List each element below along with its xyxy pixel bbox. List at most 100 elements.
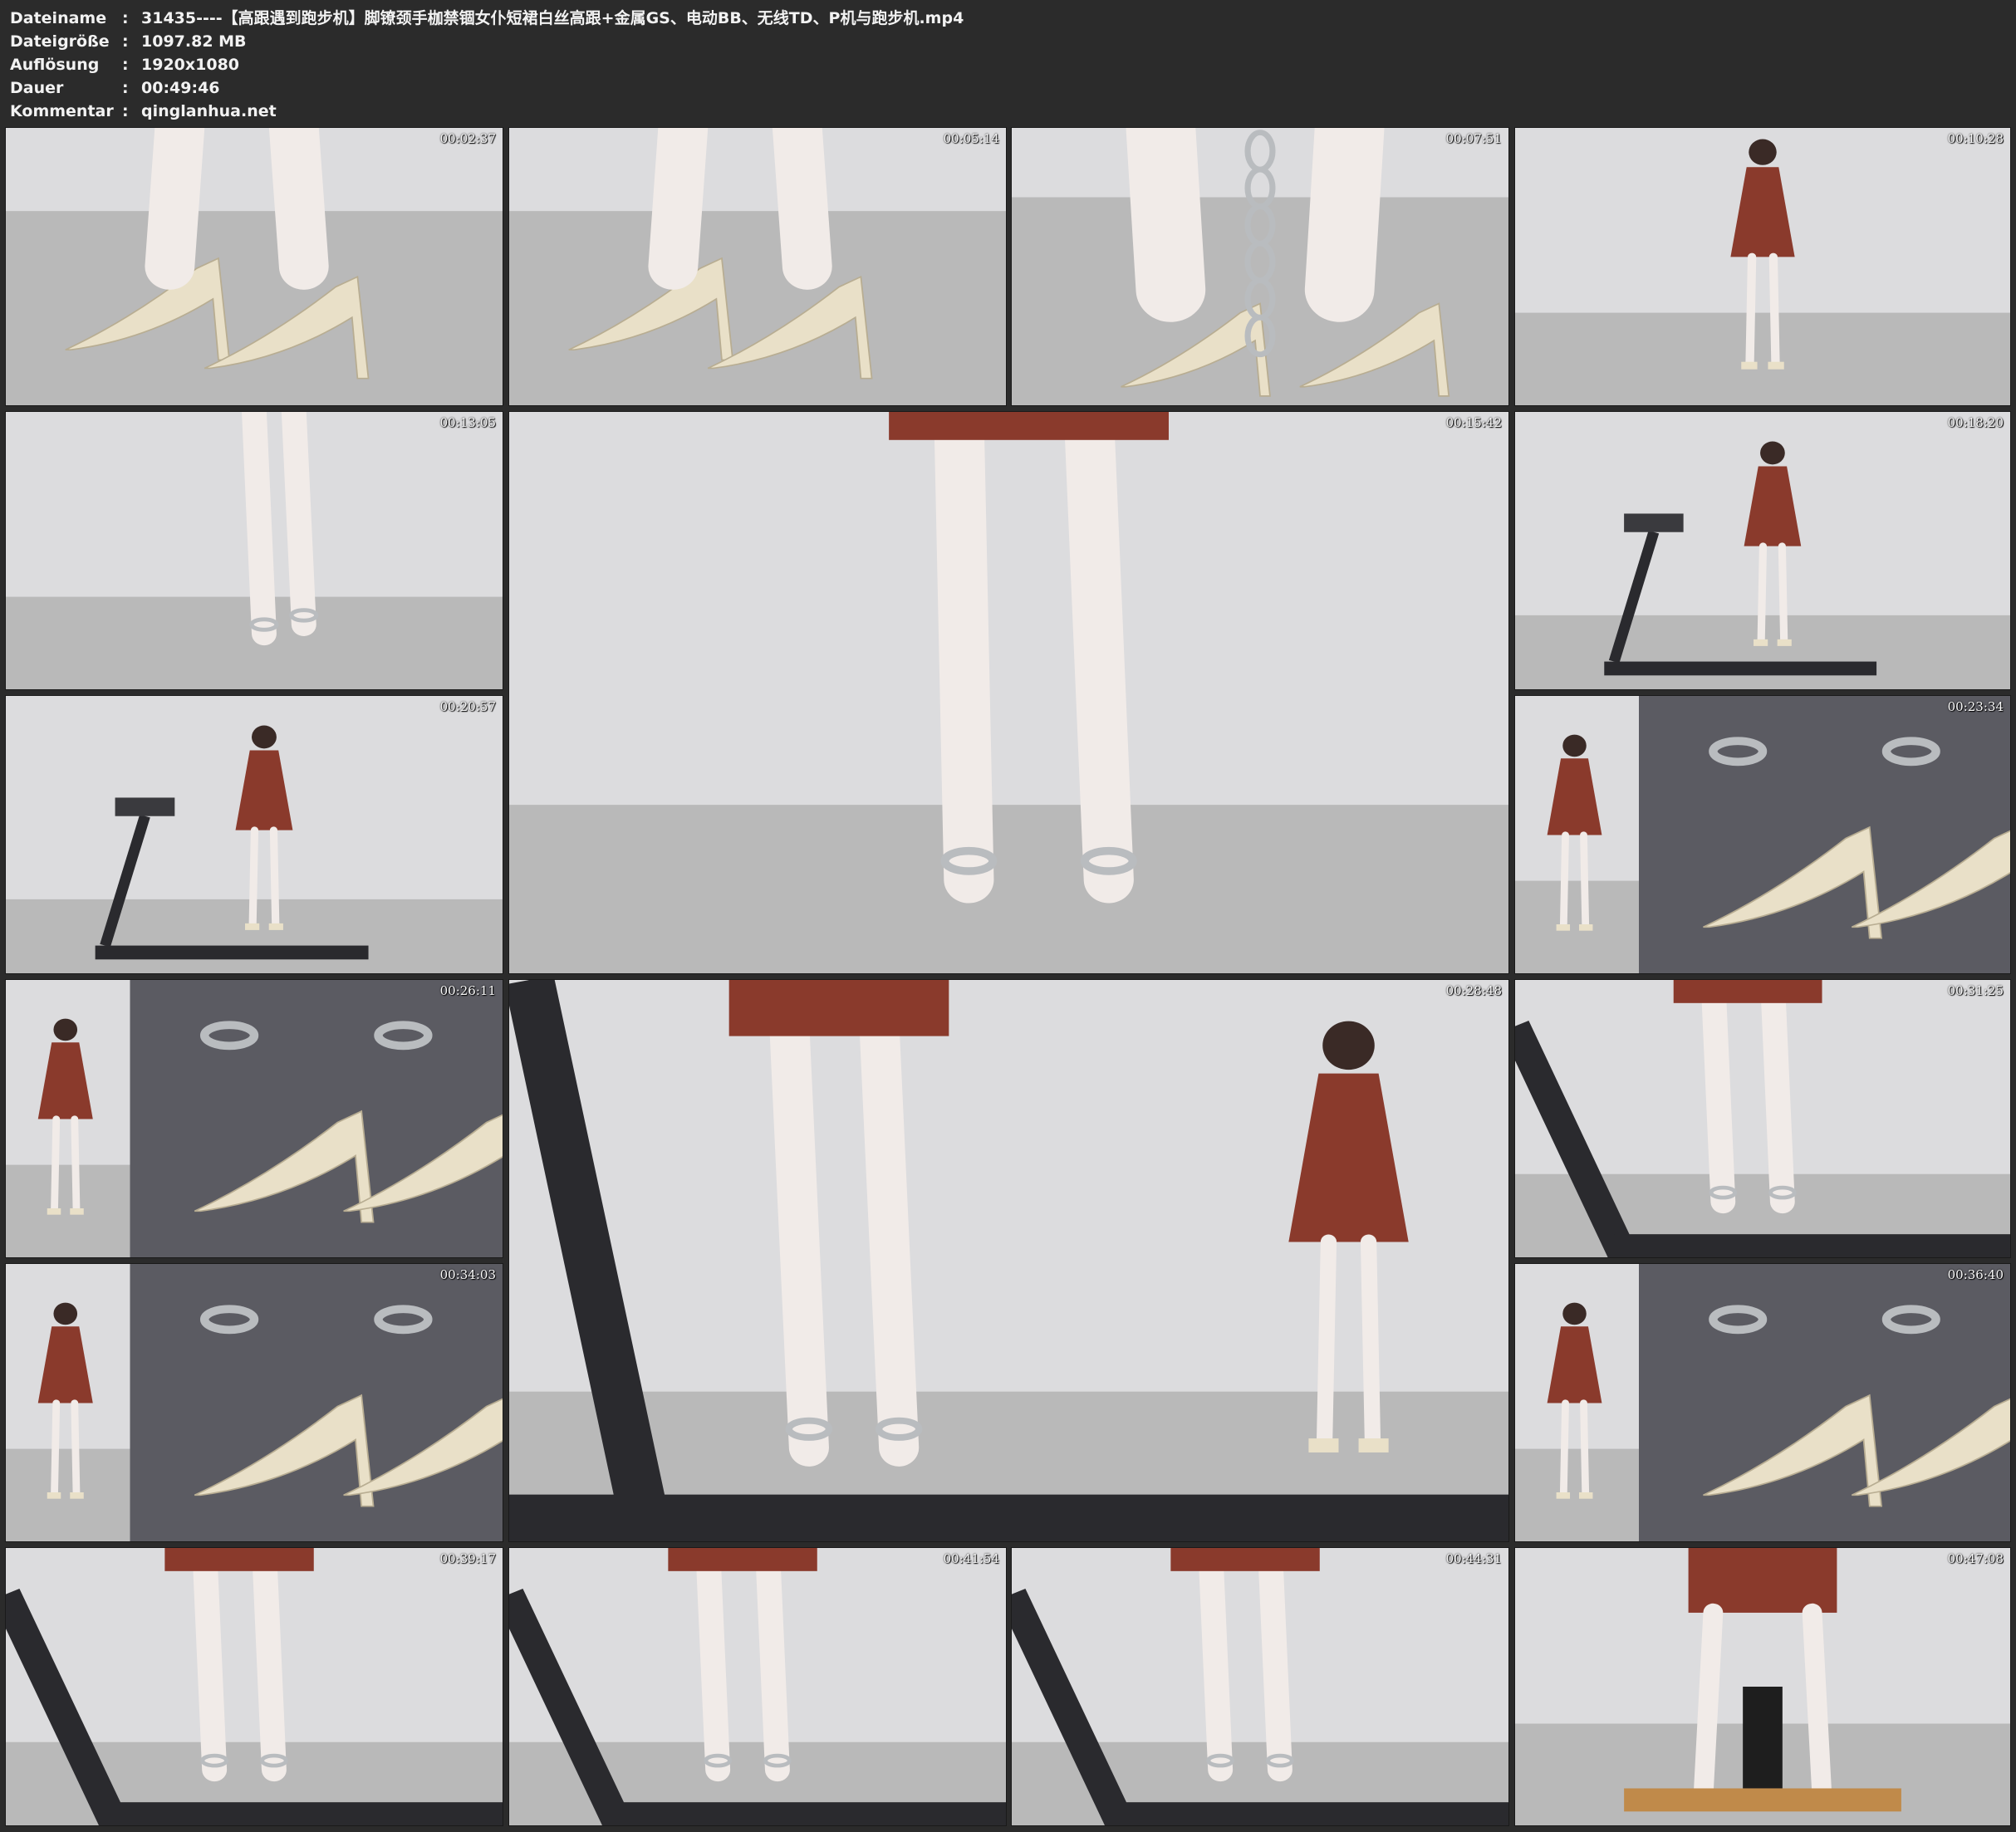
video-thumbnail[interactable]: 00:15:42 bbox=[508, 411, 1509, 974]
leg bbox=[268, 128, 329, 290]
wall bbox=[6, 128, 503, 212]
video-thumbnail[interactable]: 00:02:37 bbox=[5, 127, 503, 406]
video-thumbnail[interactable]: 00:44:31 bbox=[1011, 1547, 1509, 1826]
treadmill-deck bbox=[105, 1802, 503, 1825]
video-thumbnail[interactable]: 00:05:14 bbox=[508, 127, 1007, 406]
thumbnail-timestamp: 00:10:28 bbox=[1947, 131, 2004, 146]
shoe bbox=[244, 923, 260, 930]
thumbnail-scene bbox=[6, 980, 503, 1257]
thumbnail-scene bbox=[1515, 1548, 2010, 1825]
thumbnail-scene bbox=[1515, 1264, 2010, 1541]
treadmill-deck bbox=[509, 1494, 1508, 1541]
video-thumbnail[interactable]: 00:26:11 bbox=[5, 979, 503, 1258]
dress bbox=[1688, 1548, 1837, 1613]
leg bbox=[252, 1548, 287, 1782]
treadmill-console bbox=[115, 797, 175, 816]
treadmill-deck bbox=[1614, 1234, 2010, 1257]
video-thumbnail[interactable]: 00:10:28 bbox=[1514, 127, 2011, 406]
thumbnail-scene bbox=[6, 696, 503, 973]
leg bbox=[1258, 1548, 1292, 1782]
leg bbox=[1778, 542, 1788, 644]
thumbnail-timestamp: 00:44:31 bbox=[1445, 1551, 1502, 1566]
leg bbox=[71, 1399, 81, 1496]
shoe bbox=[1358, 1438, 1389, 1452]
leg bbox=[1745, 252, 1757, 366]
shoe bbox=[1768, 361, 1784, 370]
shoe bbox=[1308, 1438, 1339, 1452]
info-value: 31435----【高跟遇到跑步机】脚镣颈手枷禁锢女仆短裙白丝高跟+金属GS、电… bbox=[141, 9, 964, 27]
thumbnail-scene bbox=[509, 1548, 1006, 1825]
thumbnail-timestamp: 00:36:40 bbox=[1947, 1267, 2004, 1282]
leg bbox=[1198, 1548, 1234, 1782]
leg bbox=[768, 998, 829, 1467]
thumbnail-scene bbox=[509, 412, 1508, 973]
shoe bbox=[1556, 1492, 1571, 1499]
head bbox=[1562, 1302, 1587, 1325]
video-thumbnail[interactable]: 00:36:40 bbox=[1514, 1263, 2011, 1542]
dress-hem bbox=[1170, 1548, 1320, 1571]
wall bbox=[1012, 128, 1508, 198]
info-label: Dateigröße bbox=[10, 32, 110, 51]
leg bbox=[1580, 831, 1590, 928]
shoe bbox=[47, 1207, 61, 1215]
thumbnail-scene bbox=[1012, 128, 1508, 405]
dress-hem bbox=[668, 1548, 817, 1571]
leg bbox=[242, 412, 277, 646]
thumbnail-scene bbox=[1515, 980, 2010, 1257]
video-thumbnail[interactable]: 00:07:51 bbox=[1011, 127, 1509, 406]
leg bbox=[1768, 252, 1780, 366]
thumbnail-timestamp: 00:07:51 bbox=[1445, 131, 1502, 146]
shoe bbox=[1741, 361, 1758, 370]
treadmill-deck bbox=[608, 1802, 1006, 1825]
leg bbox=[1063, 412, 1134, 904]
leg bbox=[772, 128, 832, 290]
shoe bbox=[1579, 923, 1593, 931]
leg bbox=[71, 1115, 81, 1212]
treadmill-belt bbox=[130, 980, 503, 1257]
video-thumbnail[interactable]: 00:20:57 bbox=[5, 695, 503, 974]
leg bbox=[145, 128, 205, 290]
info-label: Dateiname bbox=[10, 9, 107, 27]
thumbnail-scene bbox=[1515, 412, 2010, 689]
leg bbox=[648, 128, 709, 290]
video-thumbnail[interactable]: 00:41:54 bbox=[508, 1547, 1007, 1826]
head bbox=[1562, 734, 1587, 757]
treadmill-console bbox=[1624, 513, 1684, 532]
thumbnail-timestamp: 00:31:25 bbox=[1947, 983, 2004, 998]
thumbnail-scene bbox=[6, 128, 503, 405]
floor bbox=[509, 805, 1508, 973]
thumbnail-timestamp: 00:28:48 bbox=[1445, 983, 1502, 998]
video-thumbnail[interactable]: 00:47:08 bbox=[1514, 1547, 2011, 1826]
shoe bbox=[47, 1492, 61, 1499]
video-thumbnail[interactable]: 00:39:17 bbox=[5, 1547, 503, 1826]
thumbnail-timestamp: 00:34:03 bbox=[439, 1267, 496, 1282]
leg bbox=[192, 1548, 228, 1782]
leg bbox=[755, 1548, 790, 1782]
info-colon: : bbox=[122, 102, 129, 120]
treadmill-deck bbox=[95, 945, 369, 960]
video-thumbnail[interactable]: 00:31:25 bbox=[1514, 979, 2011, 1258]
info-colon: : bbox=[122, 32, 129, 51]
shoe bbox=[1556, 923, 1571, 931]
thumbnail-scene bbox=[6, 1264, 503, 1541]
video-thumbnail[interactable]: 00:28:48 bbox=[508, 979, 1509, 1542]
shoe bbox=[1777, 639, 1792, 646]
info-label: Auflösung bbox=[10, 56, 100, 74]
info-value: 00:49:46 bbox=[141, 79, 220, 97]
leg bbox=[51, 1115, 61, 1212]
video-thumbnail[interactable]: 00:13:05 bbox=[5, 411, 503, 690]
video-thumbnail[interactable]: 00:23:34 bbox=[1514, 695, 2011, 974]
shoe bbox=[1754, 639, 1768, 646]
thumbnail-timestamp: 00:23:34 bbox=[1947, 699, 2004, 714]
treadmill-belt bbox=[130, 1264, 503, 1541]
leg bbox=[695, 1548, 731, 1782]
dress-hem bbox=[164, 1548, 314, 1571]
thumbnail-timestamp: 00:18:20 bbox=[1947, 415, 2004, 430]
floor bbox=[1515, 312, 2010, 405]
thumbnail-scene bbox=[1012, 1548, 1508, 1825]
leg bbox=[1360, 1234, 1381, 1447]
thumbnail-scene bbox=[6, 412, 503, 689]
video-thumbnail[interactable]: 00:18:20 bbox=[1514, 411, 2011, 690]
video-thumbnail[interactable]: 00:34:03 bbox=[5, 1263, 503, 1542]
floor bbox=[6, 211, 503, 405]
